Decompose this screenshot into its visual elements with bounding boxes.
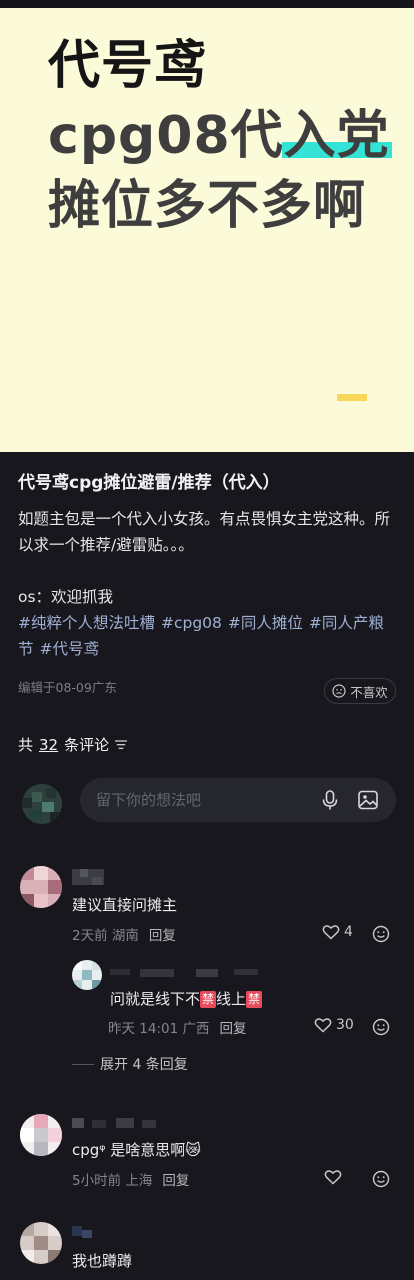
heart-icon: [322, 925, 340, 940]
comment-count-header: 共 32 条评论: [18, 734, 128, 755]
tag-link[interactable]: #cpg08: [161, 614, 222, 632]
cover-highlight-text: 入党: [283, 106, 390, 166]
avatar[interactable]: [20, 866, 62, 908]
like-button[interactable]: [324, 1169, 346, 1185]
tag-link[interactable]: #同人摊位: [228, 614, 303, 632]
post-edit-meta: 编辑于08-09广东: [18, 680, 117, 695]
comment-time-location: 昨天 14:01 广西: [108, 1021, 210, 1037]
comment-input-box[interactable]: [80, 778, 396, 822]
comment-time-location: 5小时前 上海: [72, 1173, 153, 1189]
comment-text: 建议直接问摊主: [72, 896, 178, 914]
avatar-image: [22, 784, 62, 824]
reply-text-part-1: 问就是线下不: [110, 990, 201, 1008]
avatar[interactable]: [20, 1114, 62, 1156]
cover-line-2: cpg08代入党: [48, 104, 390, 168]
ban-emoji: 禁: [200, 991, 217, 1008]
status-bar: [0, 0, 414, 8]
avatar[interactable]: [20, 1222, 62, 1264]
heart-icon: [314, 1018, 332, 1033]
reply-button[interactable]: 回复: [220, 1021, 247, 1037]
emoji-react-icon[interactable]: [372, 1170, 390, 1188]
username-pixelated: [72, 1118, 156, 1128]
comment-composer: [22, 778, 396, 824]
ban-emoji: 禁: [246, 991, 263, 1008]
image-icon[interactable]: [356, 788, 380, 812]
comment-meta: 昨天 14:01 广西 回复: [108, 1017, 247, 1037]
tag-link[interactable]: #代号鸢: [40, 640, 100, 658]
username-pixelated: [72, 869, 104, 885]
avatar[interactable]: [72, 960, 102, 990]
like-button[interactable]: 30: [314, 1017, 354, 1033]
comment-input[interactable]: [96, 778, 306, 822]
post-content: 代号鸢cpg摊位避雷/推荐（代入） 如题主包是一个代入小女孩。有点畏惧女主党这种…: [18, 468, 400, 662]
comment-meta: 2天前 湖南 回复: [72, 924, 176, 944]
comment-text: 我也蹲蹲: [72, 1252, 133, 1270]
heart-icon: [324, 1170, 342, 1185]
post-title: 代号鸢cpg摊位避雷/推荐（代入）: [18, 473, 280, 493]
my-avatar[interactable]: [22, 784, 62, 824]
emoji-react-icon[interactable]: [372, 1018, 390, 1036]
sort-lines-icon[interactable]: [115, 739, 128, 750]
avatar-image: [20, 1222, 62, 1264]
comment-text: 问就是线下不禁线上禁: [110, 988, 263, 1009]
avatar-image: [72, 960, 102, 990]
username-blurred[interactable]: [72, 1116, 162, 1132]
expand-replies-button[interactable]: 展开 4 条回复: [72, 1054, 188, 1074]
sad-face-icon: [332, 684, 346, 698]
tag-link[interactable]: #纯粹个人想法吐槽: [18, 614, 155, 632]
post-tags: #纯粹个人想法吐槽 #cpg08 #同人摊位 #同人产粮节 #代号鸢: [18, 610, 400, 662]
username-blurred[interactable]: [72, 1224, 94, 1240]
cover-image[interactable]: 代号鸢 cpg08代入党 摊位多不多啊: [0, 8, 414, 452]
comment-count-suffix: 条评论: [64, 736, 110, 754]
username-blurred[interactable]: [110, 965, 260, 981]
comment-time-location: 2天前 湖南: [72, 928, 139, 944]
reply-text-part-2: 线上: [216, 990, 247, 1008]
cover-line-2-text: cpg08代: [48, 106, 284, 166]
comment-count-prefix: 共: [18, 736, 34, 754]
username-blurred[interactable]: [72, 869, 104, 885]
username-pixelated: [110, 969, 258, 977]
comment-count-number: 32: [39, 735, 59, 754]
emoji-react-icon[interactable]: [372, 925, 390, 943]
microphone-icon[interactable]: [318, 788, 342, 812]
like-button[interactable]: 4: [322, 924, 353, 940]
dislike-label: 不喜欢: [350, 684, 388, 700]
post-body: 如题主包是一个代入小女孩。有点畏惧女主党这种。所以求一个推荐/避雷贴。。。: [18, 510, 391, 554]
cover-accent-mark: [337, 394, 367, 401]
cover-line-1: 代号鸢: [48, 36, 208, 96]
avatar-image: [20, 866, 62, 908]
post-note: os：欢迎抓我: [18, 588, 114, 606]
comment-text: cpgᵠ 是啥意思啊😿: [72, 1141, 201, 1159]
comment-meta: 5小时前 上海 回复: [72, 1169, 189, 1189]
like-count: 4: [344, 924, 353, 940]
avatar-image: [20, 1114, 62, 1156]
reply-button[interactable]: 回复: [162, 1173, 189, 1189]
username-pixelated: [72, 1226, 92, 1238]
reply-button[interactable]: 回复: [149, 928, 176, 944]
dislike-button[interactable]: 不喜欢: [324, 678, 396, 704]
like-count: 30: [336, 1017, 354, 1033]
cover-line-3: 摊位多不多啊: [48, 176, 367, 236]
